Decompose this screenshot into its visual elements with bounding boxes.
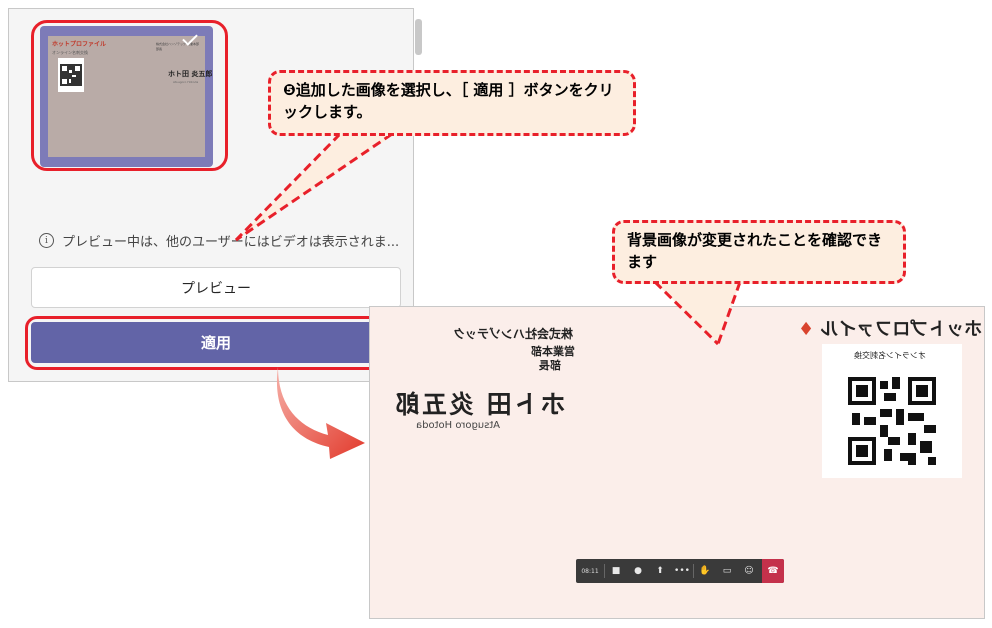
result-callout: 背景画像が変更されたことを確認できます — [612, 220, 906, 284]
transition-arrow-icon — [276, 367, 365, 459]
step5-callout: ❺追加した画像を選択し、［ 適用 ］ボタンをクリックします。 — [268, 70, 636, 136]
result-callout-text: 背景画像が変更されたことを確認できます — [627, 231, 883, 271]
step5-callout-text: ❺追加した画像を選択し、［ 適用 ］ボタンをクリックします。 — [283, 81, 614, 121]
